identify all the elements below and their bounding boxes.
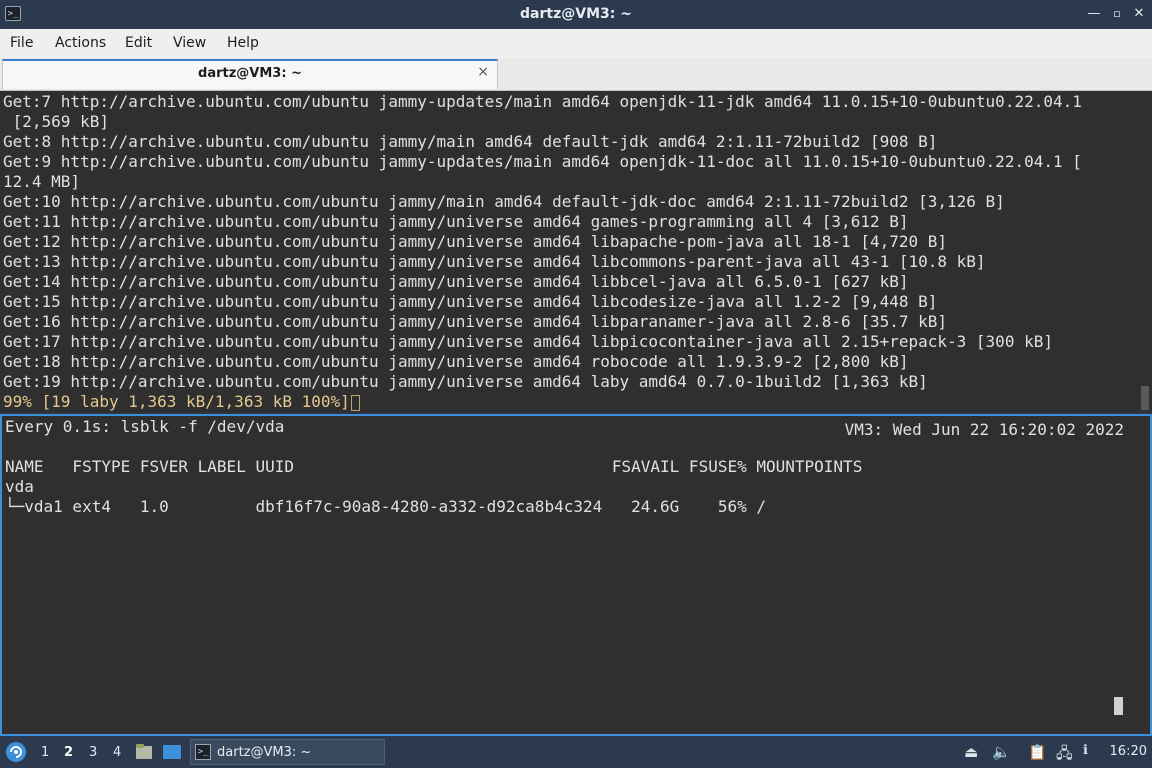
watch-command: Every 0.1s: lsblk -f /dev/vda: [5, 417, 285, 436]
taskbar: 1 2 3 4 >_ dartz@VM3: ~ ⏏ 🔈 📋 🖧 ℹ 16:20: [0, 736, 1152, 768]
workspace-3[interactable]: 3: [89, 745, 97, 760]
volume-icon[interactable]: 🔈: [992, 743, 1011, 761]
terminal-line: Get:9 http://archive.ubuntu.com/ubuntu j…: [3, 152, 1082, 171]
network-icon[interactable]: 🖧: [1056, 743, 1073, 768]
lsblk-row: └─vda1 ext4 1.0 dbf16f7c-90a8-4280-a332-…: [5, 497, 766, 516]
minimize-button[interactable]: —: [1085, 5, 1103, 23]
terminal-line: Get:11 http://archive.ubuntu.com/ubuntu …: [3, 212, 909, 231]
terminal-line: Get:17 http://archive.ubuntu.com/ubuntu …: [3, 332, 1053, 351]
menu-bar: File Actions Edit View Help: [0, 29, 1152, 59]
terminal-line: Get:8 http://archive.ubuntu.com/ubuntu j…: [3, 132, 938, 151]
close-window-button[interactable]: ✕: [1130, 5, 1148, 23]
window-title: dartz@VM3: ~: [520, 6, 632, 22]
progress-line: 99% [19 laby 1,363 kB/1,363 kB 100%]: [3, 392, 360, 412]
watch-host-time: VM3: Wed Jun 22 16:20:02 2022: [844, 420, 1124, 439]
progress-text: 99% [19 laby 1,363 kB/1,363 kB 100%]: [3, 392, 350, 411]
maximize-button[interactable]: ▫: [1108, 5, 1126, 23]
clock[interactable]: 16:20: [1110, 744, 1147, 759]
task-label: dartz@VM3: ~: [217, 745, 312, 760]
terminal-line: [2,569 kB]: [3, 112, 109, 131]
clipboard-icon[interactable]: 📋: [1028, 743, 1047, 761]
terminal-line: Get:12 http://archive.ubuntu.com/ubuntu …: [3, 232, 948, 251]
show-desktop-icon[interactable]: [162, 743, 182, 761]
eject-icon[interactable]: ⏏: [964, 743, 978, 761]
lsblk-header: NAME FSTYPE FSVER LABEL UUID FSAVAIL FSU…: [5, 457, 863, 476]
file-manager-icon[interactable]: [135, 743, 153, 761]
menu-file[interactable]: File: [10, 35, 33, 51]
terminal-pane-top[interactable]: Get:7 http://archive.ubuntu.com/ubuntu j…: [0, 91, 1152, 412]
tab-bar: dartz@VM3: ~ ×: [0, 58, 1152, 91]
menu-help[interactable]: Help: [227, 35, 259, 51]
terminal-line: 12.4 MB]: [3, 172, 81, 191]
tab-label: dartz@VM3: ~: [198, 66, 302, 81]
window-titlebar[interactable]: >_ dartz@VM3: ~ — ▫ ✕: [0, 0, 1152, 29]
terminal-line: Get:19 http://archive.ubuntu.com/ubuntu …: [3, 372, 928, 391]
terminal-line: Get:15 http://archive.ubuntu.com/ubuntu …: [3, 292, 938, 311]
terminal-line: Get:7 http://archive.ubuntu.com/ubuntu j…: [3, 92, 1082, 111]
workspace-4[interactable]: 4: [113, 745, 121, 760]
lsblk-row: vda: [5, 477, 34, 496]
terminal-line: Get:16 http://archive.ubuntu.com/ubuntu …: [3, 312, 948, 331]
terminal-line: Get:18 http://archive.ubuntu.com/ubuntu …: [3, 352, 909, 371]
scrollbar-thumb[interactable]: [1141, 386, 1149, 410]
workspace-1[interactable]: 1: [41, 745, 49, 760]
tab-close-icon[interactable]: ×: [477, 64, 489, 80]
terminal-pane-bottom[interactable]: Every 0.1s: lsblk -f /dev/vda VM3: Wed J…: [0, 414, 1152, 736]
start-menu-icon[interactable]: [5, 741, 27, 763]
text-cursor: [350, 394, 360, 411]
tab-terminal[interactable]: dartz@VM3: ~ ×: [2, 59, 498, 89]
menu-edit[interactable]: Edit: [125, 35, 152, 51]
notification-icon[interactable]: ℹ: [1083, 743, 1088, 758]
workspace-2[interactable]: 2: [64, 745, 73, 760]
terminal-line: Get:14 http://archive.ubuntu.com/ubuntu …: [3, 272, 909, 291]
terminal-task-icon: >_: [195, 744, 211, 760]
terminal-line: Get:13 http://archive.ubuntu.com/ubuntu …: [3, 252, 986, 271]
menu-view[interactable]: View: [173, 35, 206, 51]
menu-actions[interactable]: Actions: [55, 35, 106, 51]
taskbar-task-terminal[interactable]: >_ dartz@VM3: ~: [190, 739, 385, 765]
terminal-line: Get:10 http://archive.ubuntu.com/ubuntu …: [3, 192, 1005, 211]
terminal-cursor: [1114, 697, 1123, 715]
